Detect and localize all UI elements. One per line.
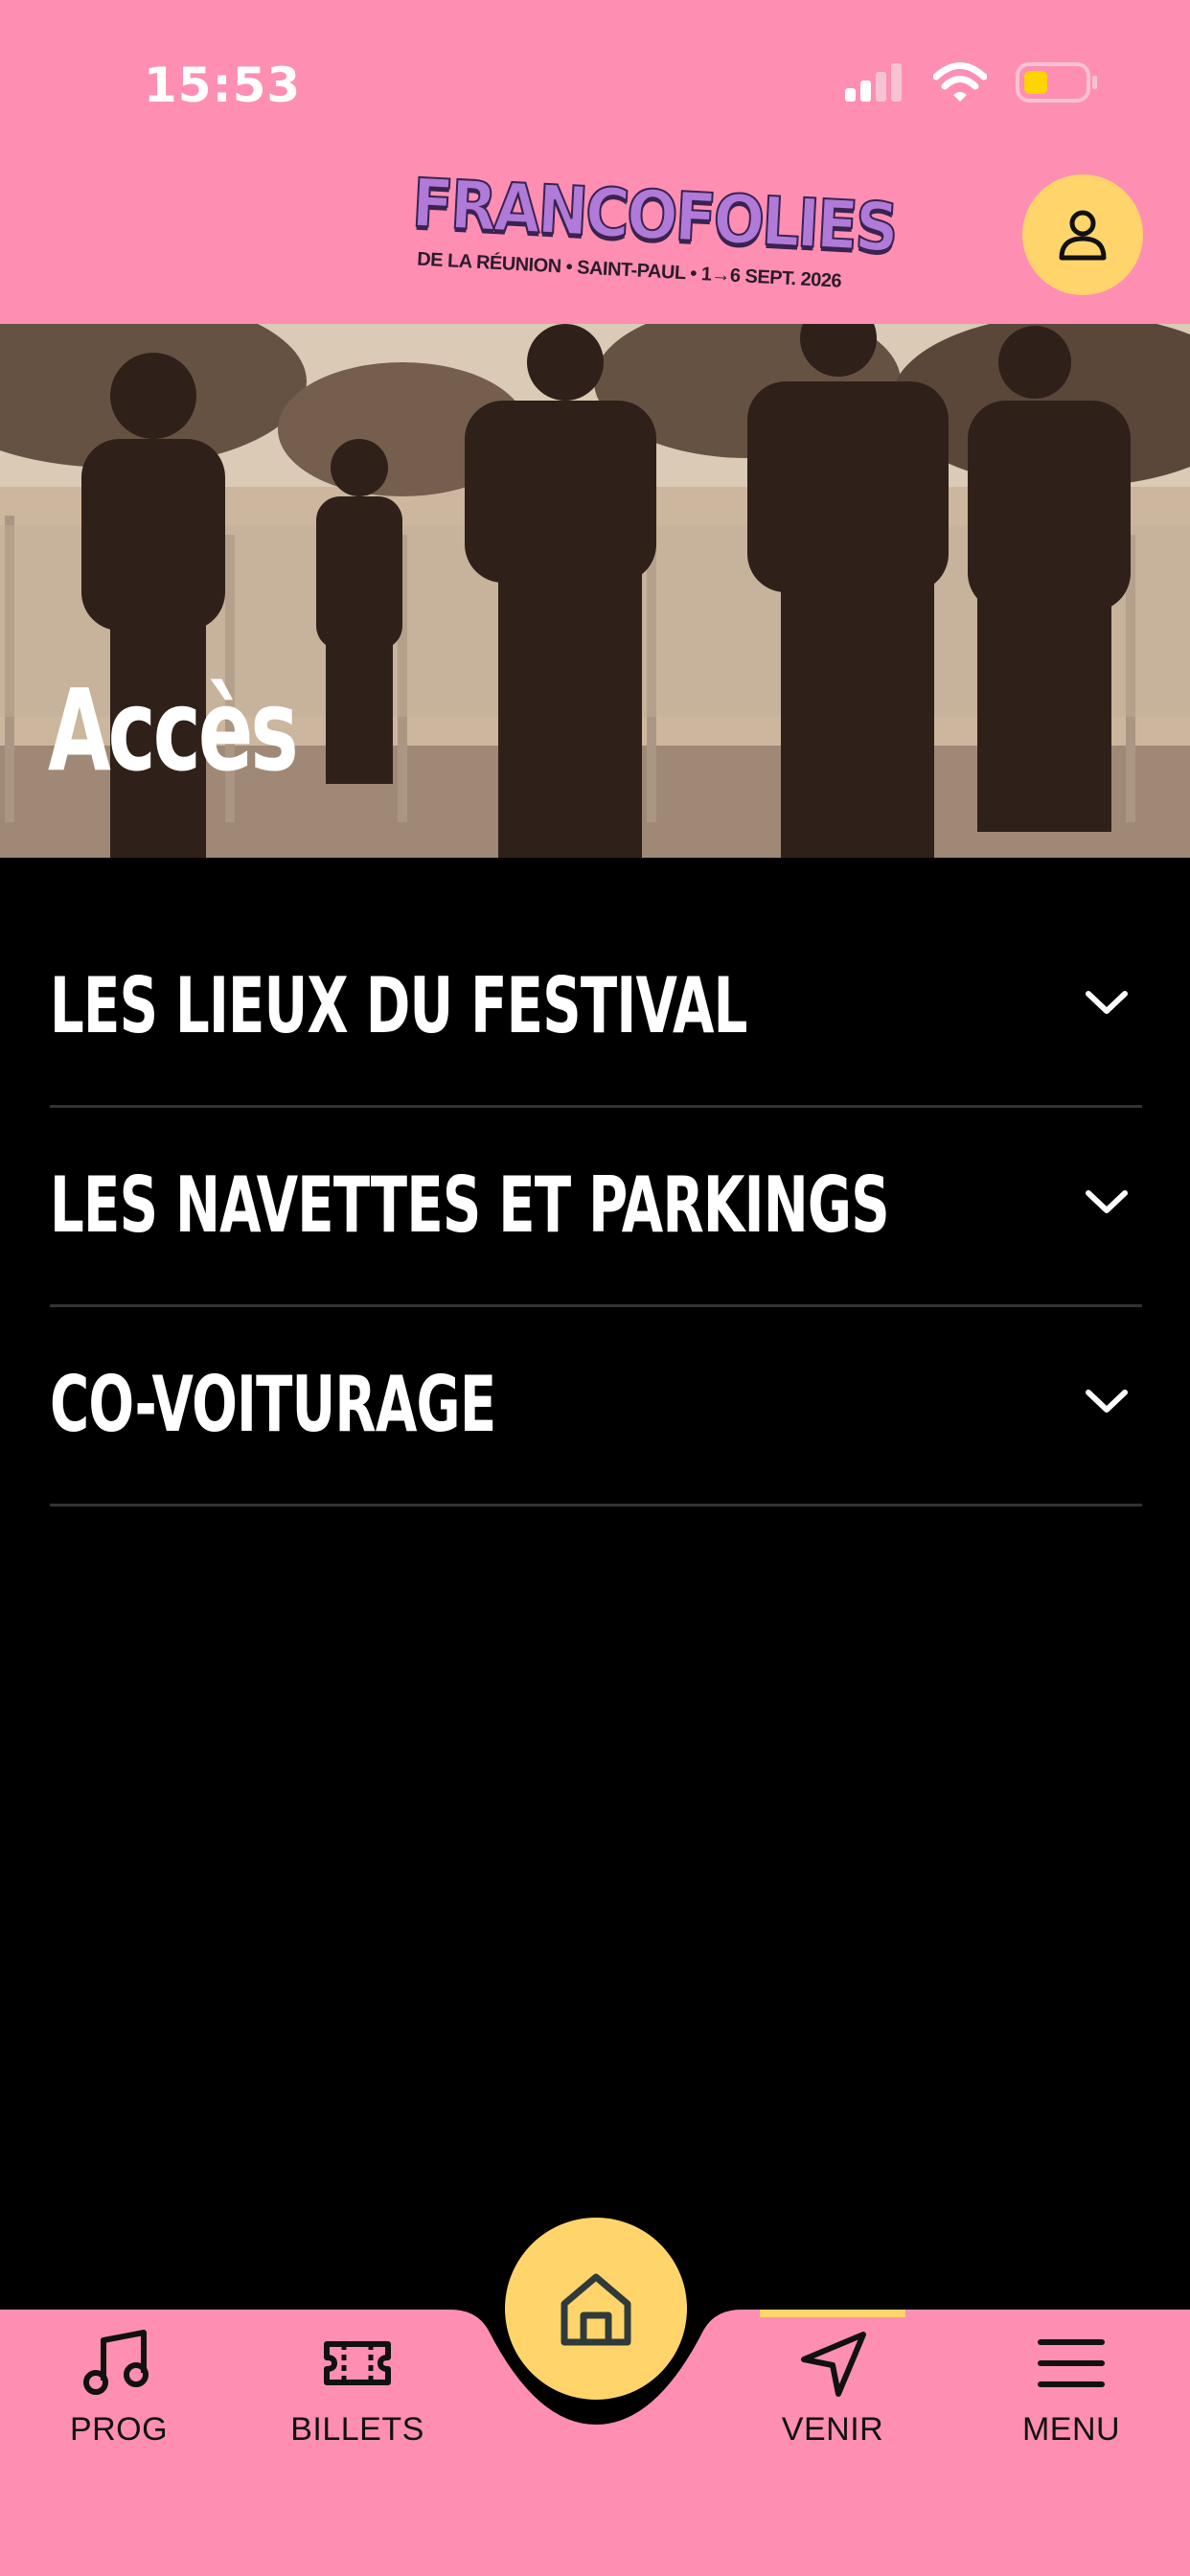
- accordion-item-covoiturage[interactable]: CO-VOITURAGE: [50, 1306, 1142, 1506]
- accordion-item-navettes[interactable]: LES NAVETTES ET PARKINGS: [50, 1107, 1142, 1307]
- home-button[interactable]: [505, 2218, 687, 2400]
- chevron-down-icon: [1086, 1390, 1128, 1413]
- ticket-icon: [324, 2341, 391, 2385]
- tab-menu[interactable]: MENU: [990, 2329, 1153, 2482]
- status-icons: [843, 61, 1098, 104]
- accordion-item-lieux[interactable]: LES LIEUX DU FESTIVAL: [50, 908, 1142, 1108]
- tab-billets[interactable]: BILLETS: [276, 2329, 439, 2482]
- tab-label: VENIR: [781, 2411, 884, 2448]
- hamburger-menu-icon: [1038, 2339, 1105, 2387]
- signal-icon: [845, 63, 902, 102]
- home-icon: [561, 2273, 631, 2346]
- profile-button[interactable]: [1022, 174, 1143, 295]
- tab-prog[interactable]: PROG: [37, 2329, 200, 2482]
- tab-label: MENU: [1021, 2411, 1121, 2448]
- accordion-label: CO-VOITURAGE: [50, 1360, 496, 1449]
- music-note-icon: [83, 2330, 149, 2395]
- status-bar: 15:53: [0, 0, 1190, 163]
- chevron-down-icon: [1086, 1190, 1128, 1213]
- tab-label: BILLETS: [290, 2411, 424, 2448]
- status-time: 15:53: [144, 58, 302, 113]
- accordion-label: LES LIEUX DU FESTIVAL: [50, 961, 747, 1050]
- navigation-arrow-icon: [801, 2332, 866, 2397]
- hero-banner: Accès: [0, 324, 1190, 858]
- tab-venir[interactable]: VENIR: [751, 2329, 914, 2482]
- battery-icon: [1016, 62, 1097, 103]
- festival-logo[interactable]: FRANCOFOLIES DE LA RÉUNION • SAINT-PAUL …: [409, 163, 899, 297]
- logo-title: FRANCOFOLIES: [409, 163, 899, 268]
- accordion-label: LES NAVETTES ET PARKINGS: [50, 1161, 890, 1250]
- tab-label: PROG: [69, 2411, 169, 2448]
- wifi-icon: [933, 62, 987, 102]
- app-header: FRANCOFOLIES DE LA RÉUNION • SAINT-PAUL …: [0, 144, 1190, 324]
- person-icon: [1059, 210, 1107, 261]
- page-title: Accès: [48, 664, 299, 796]
- chevron-down-icon: [1086, 991, 1128, 1014]
